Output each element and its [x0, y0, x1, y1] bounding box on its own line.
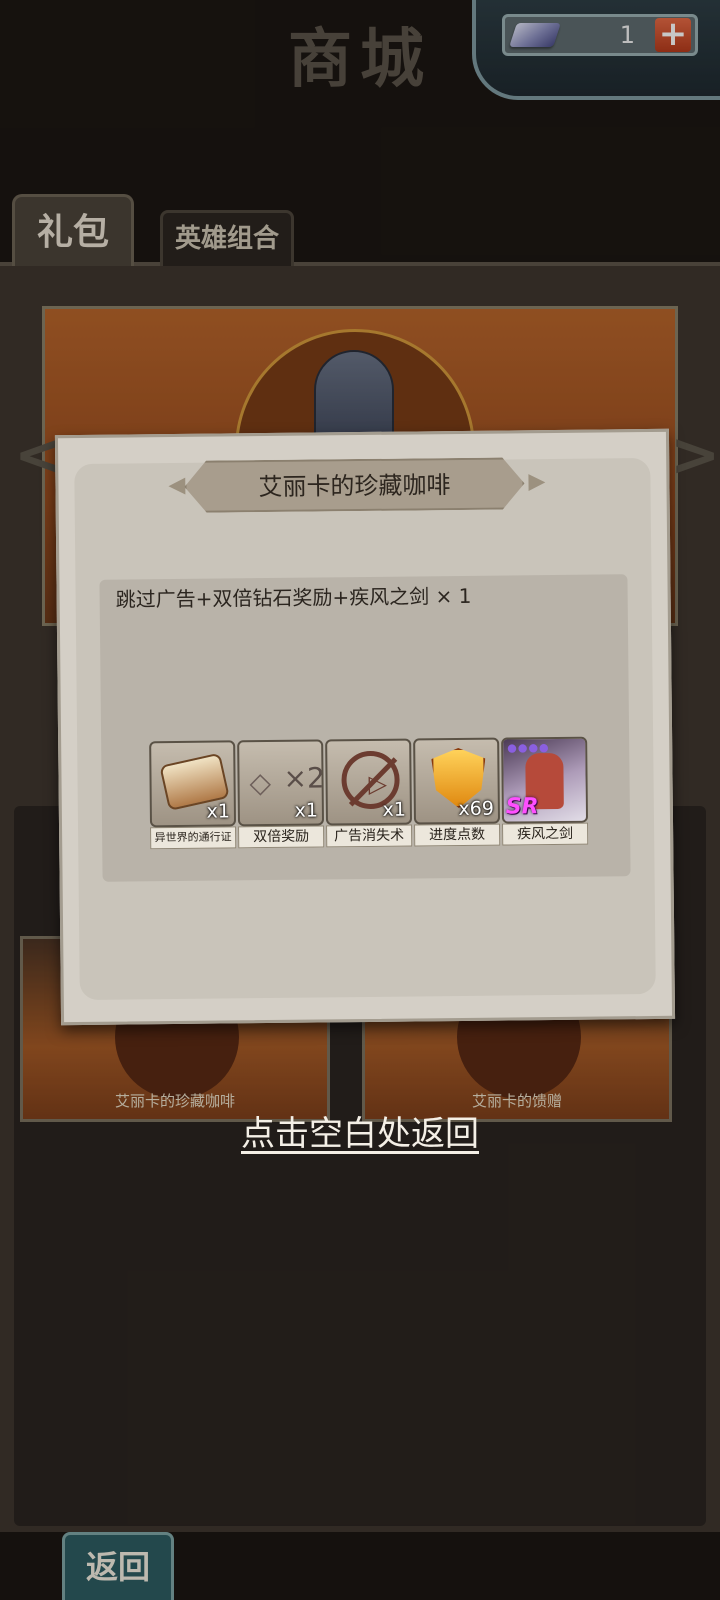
multiplier-text: ×2: [283, 761, 325, 795]
reward-modal: ◀ ▶ 艾丽卡的珍藏咖啡 跳过广告+双倍钻石奖励+疾风之剑 × 1 x1 异世界…: [54, 428, 676, 1026]
reward-item[interactable]: x1 异世界的通行证: [149, 740, 237, 850]
play-icon: ▷: [368, 769, 388, 798]
reward-box: 跳过广告+双倍钻石奖励+疾风之剑 × 1 x1 异世界的通行证 ◇ ×2 x1 …: [99, 574, 631, 882]
modal-title: 艾丽卡的珍藏咖啡: [184, 457, 525, 513]
item-label: 双倍奖励: [238, 825, 325, 849]
reward-item[interactable]: ●●●● SR 疾风之剑: [501, 736, 589, 846]
reward-item[interactable]: ▷ x1 广告消失术: [325, 738, 413, 848]
item-frame: ▷ x1: [325, 738, 413, 826]
item-label: 进度点数: [414, 823, 501, 847]
item-frame: ◇ ×2 x1: [237, 739, 325, 827]
item-label: 疾风之剑: [502, 822, 589, 846]
reward-item[interactable]: x69 进度点数: [413, 737, 501, 847]
right-ornament-icon: ▶: [528, 469, 546, 495]
item-frame: ●●●● SR: [501, 736, 589, 824]
item-label: 广告消失术: [326, 824, 413, 848]
reward-items: x1 异世界的通行证 ◇ ×2 x1 双倍奖励 ▷ x1 广告消失术 x69 进…: [149, 736, 589, 850]
reward-item[interactable]: ◇ ×2 x1 双倍奖励: [237, 739, 325, 849]
item-label: 异世界的通行证: [150, 826, 237, 850]
left-ornament-icon: ◀: [168, 472, 186, 499]
rarity-badge: SR: [505, 794, 539, 820]
item-count: x1: [294, 799, 318, 822]
diamond-icon: ◇: [249, 765, 272, 800]
item-frame: x1: [149, 740, 237, 828]
star-rank-icon: ●●●●: [507, 741, 550, 755]
item-count: x69: [458, 797, 494, 821]
item-count: x1: [206, 800, 230, 823]
reward-description: 跳过广告+双倍钻石奖励+疾风之剑 × 1: [115, 583, 472, 612]
item-frame: x69: [413, 737, 501, 825]
item-count: x1: [382, 798, 406, 821]
dismiss-link[interactable]: 点击空白处返回: [0, 1106, 720, 1155]
